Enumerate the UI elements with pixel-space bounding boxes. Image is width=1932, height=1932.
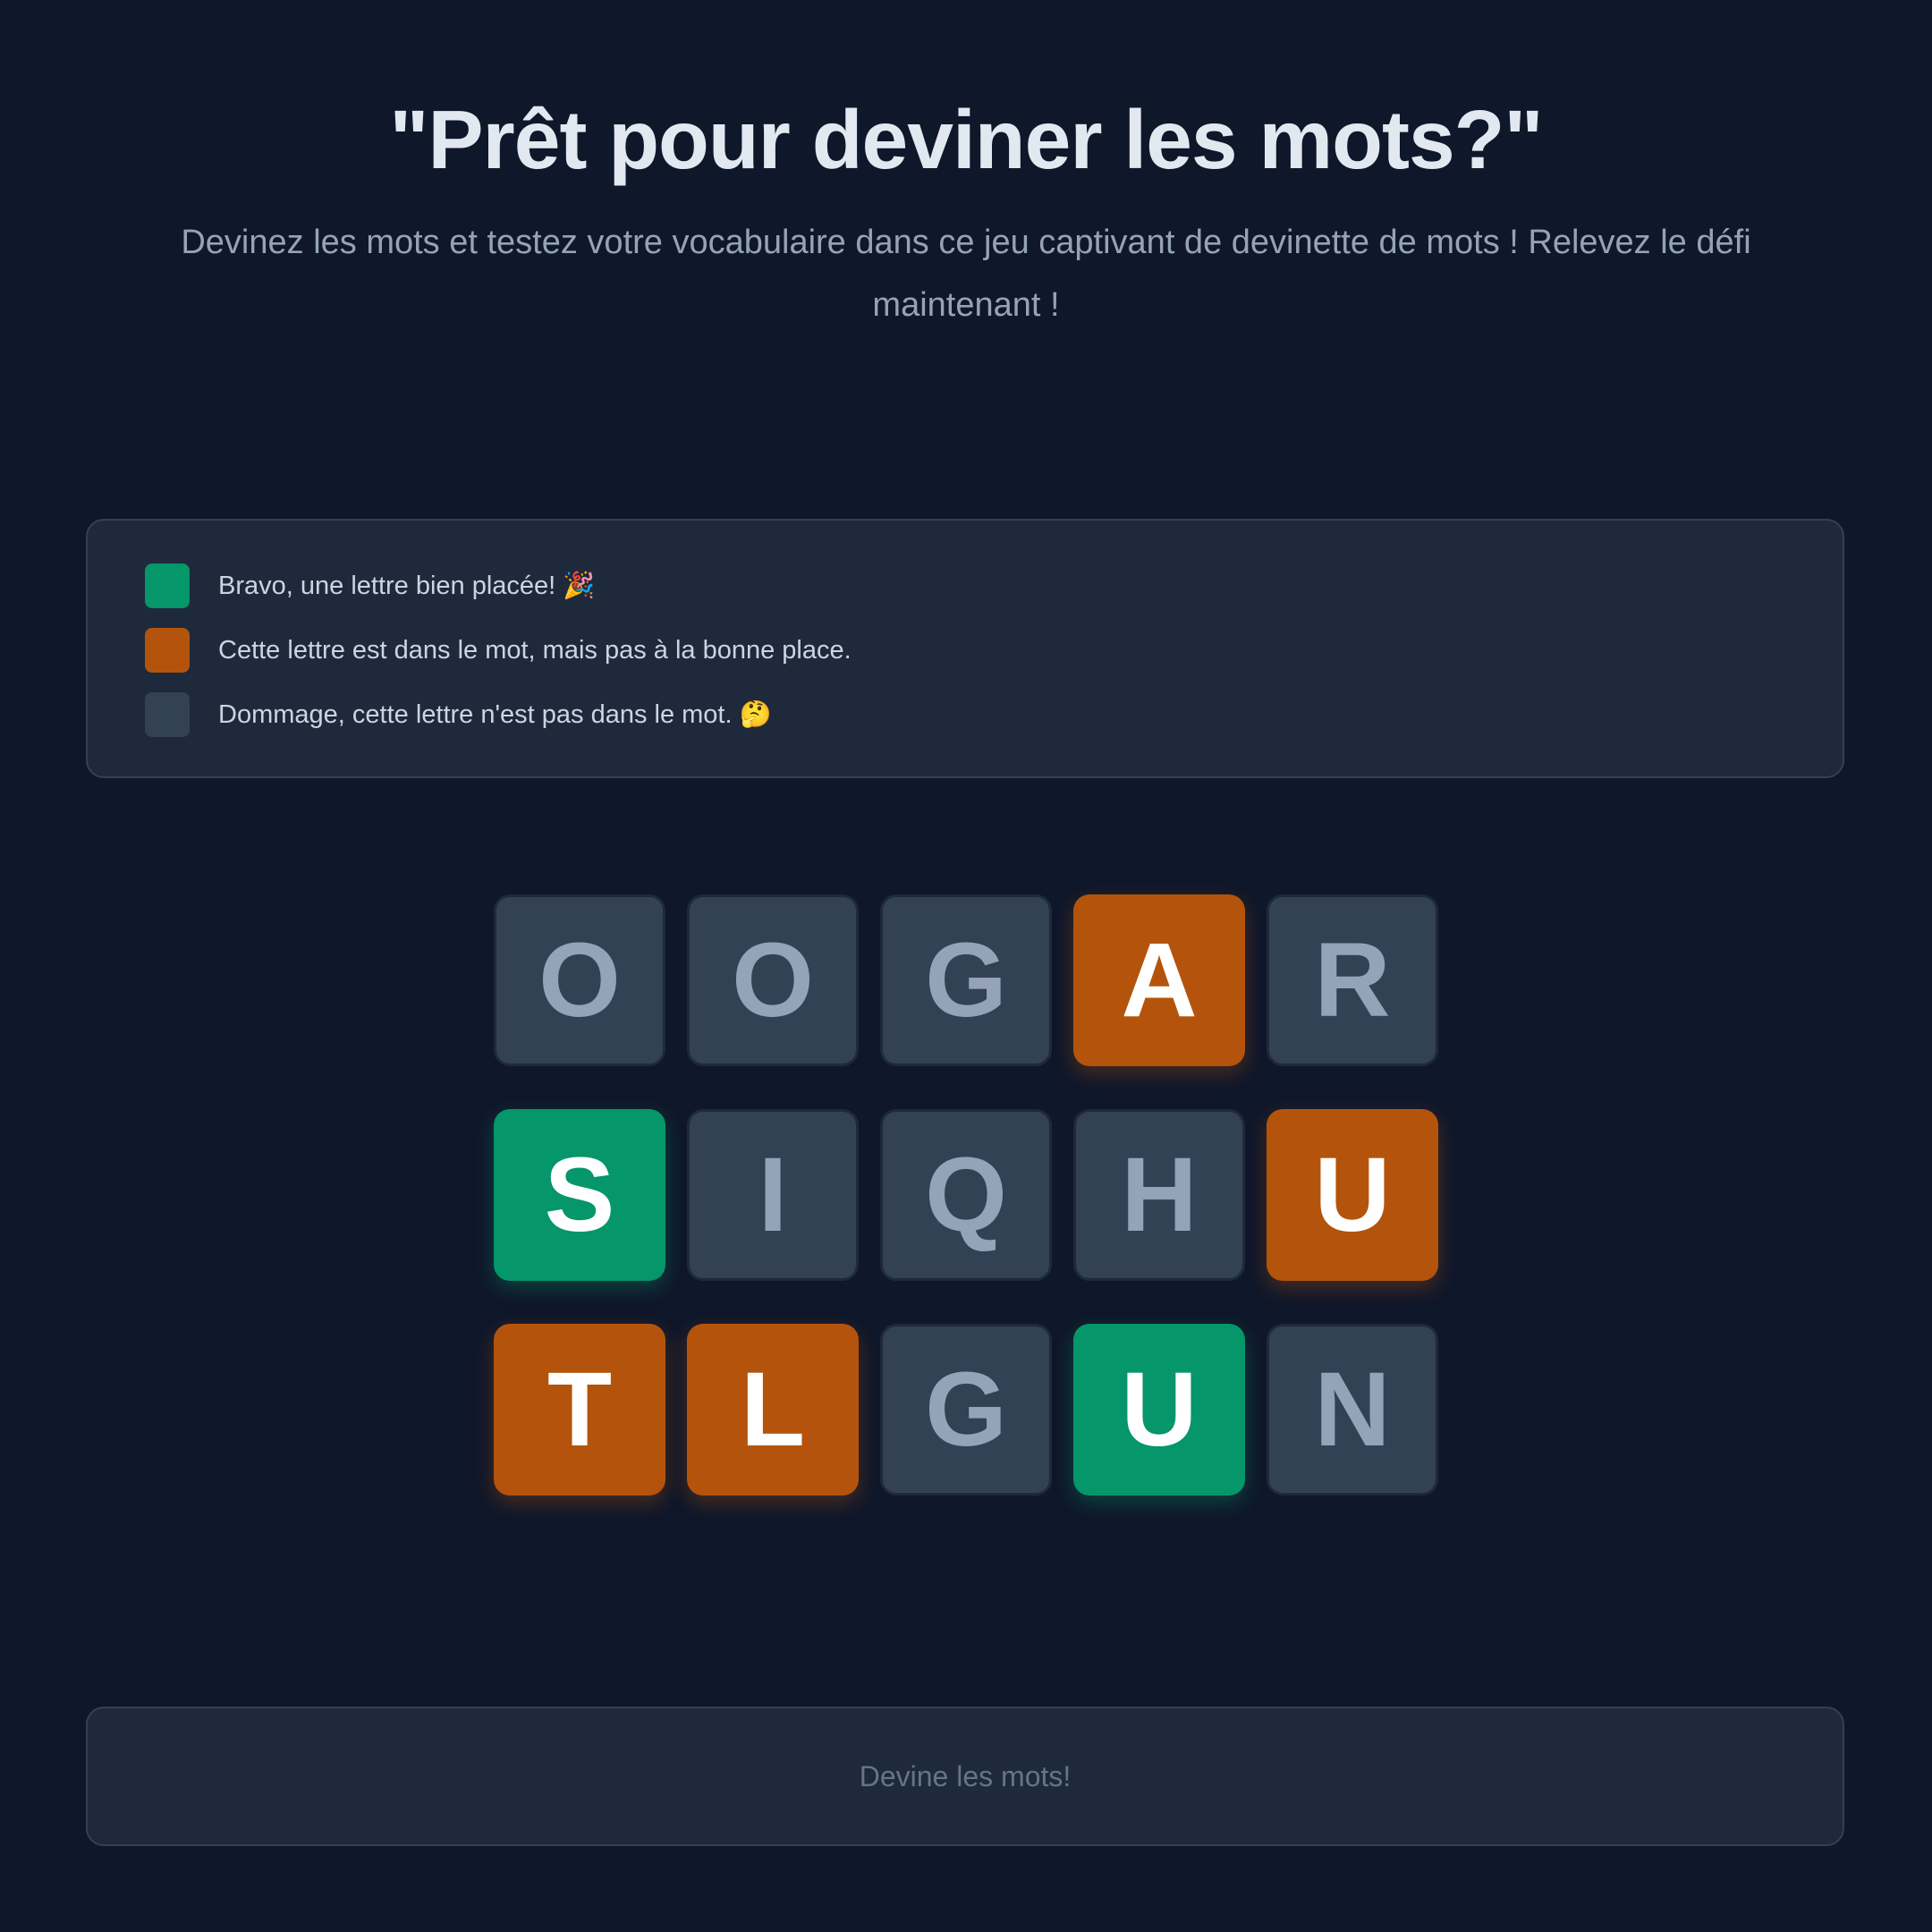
legend-label: Dommage, cette lettre n'est pas dans le … [218,700,772,729]
letter-tile: U [1267,1109,1438,1281]
page-title: "Prêt pour deviner les mots?" [389,93,1543,186]
guess-input[interactable] [88,1707,1843,1845]
letter-tile: G [880,1324,1052,1496]
letter-tile: A [1073,894,1245,1066]
legend-item-present: Cette lettre est dans le mot, mais pas à… [145,628,852,673]
game-page: "Prêt pour deviner les mots?" Devinez le… [0,0,1932,1932]
letter-tile: Q [880,1109,1052,1281]
legend-label: Bravo, une lettre bien placée! 🎉 [218,572,596,600]
letter-tile: H [1073,1109,1245,1281]
present-color-swatch [145,628,190,673]
letter-tile: G [880,894,1052,1066]
legend-item-absent: Dommage, cette lettre n'est pas dans le … [145,692,772,737]
letter-tile: O [687,894,859,1066]
legend-label: Cette lettre est dans le mot, mais pas à… [218,635,852,665]
guess-input-container[interactable] [86,1707,1844,1846]
letter-tile: T [494,1324,665,1496]
legend-item-correct: Bravo, une lettre bien placée! 🎉 [145,564,595,608]
letter-tile: O [494,894,665,1066]
letter-tile: S [494,1109,665,1281]
absent-color-swatch [145,692,190,737]
letter-tile: L [687,1324,859,1496]
letter-tile: I [687,1109,859,1281]
page-subtitle: Devinez les mots et testez votre vocabul… [181,224,1751,324]
letter-tile: N [1267,1324,1438,1496]
legend-panel: Bravo, une lettre bien placée! 🎉 Cette l… [86,519,1844,778]
correct-color-swatch [145,564,190,608]
letter-tile: R [1267,894,1438,1066]
letter-tile: U [1073,1324,1245,1496]
